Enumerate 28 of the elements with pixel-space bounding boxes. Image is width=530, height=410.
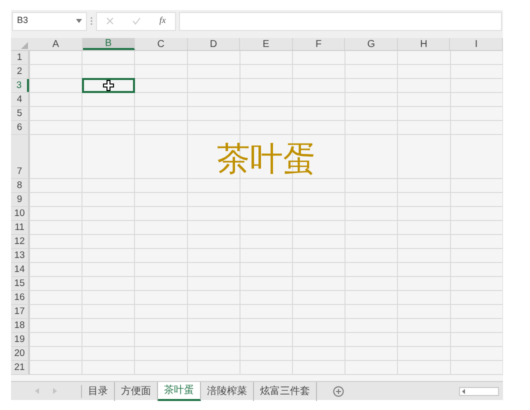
next-sheet-icon[interactable] [53, 388, 57, 394]
title-text: 茶叶蛋 [217, 140, 316, 178]
column-header[interactable]: F [292, 38, 346, 50]
formula-input[interactable] [179, 12, 502, 30]
dropdown-caret-icon [76, 19, 82, 23]
select-all-icon[interactable] [20, 42, 28, 49]
horizontal-scrollbar[interactable] [459, 386, 499, 396]
previous-sheet-icon[interactable] [35, 388, 39, 394]
column-header[interactable]: I [450, 38, 503, 50]
column-header[interactable]: H [398, 38, 450, 50]
column-header[interactable]: G [345, 38, 398, 50]
column-header[interactable]: D [188, 38, 240, 50]
drag-handle-icon [90, 16, 93, 26]
cancel-icon[interactable] [106, 17, 114, 25]
sheet-tab[interactable]: 茶叶蛋 [158, 382, 201, 400]
sheet-tab[interactable]: 炫富三件套 [254, 382, 317, 400]
add-sheet-icon[interactable] [332, 386, 344, 396]
name-box[interactable]: B3 [12, 12, 87, 30]
insert-function-button[interactable]: fx [159, 14, 166, 28]
sheet-tab[interactable]: 目录 [82, 382, 115, 400]
column-header[interactable]: C [135, 38, 188, 50]
column-header[interactable]: B [82, 38, 136, 50]
column-header[interactable]: E [240, 38, 293, 50]
sheet-tab[interactable]: 涪陵榨菜 [201, 382, 254, 400]
cross-cursor-icon [102, 80, 114, 91]
scroll-left-icon[interactable] [462, 388, 465, 394]
active-cell[interactable] [82, 78, 136, 93]
check-icon[interactable] [132, 17, 142, 25]
